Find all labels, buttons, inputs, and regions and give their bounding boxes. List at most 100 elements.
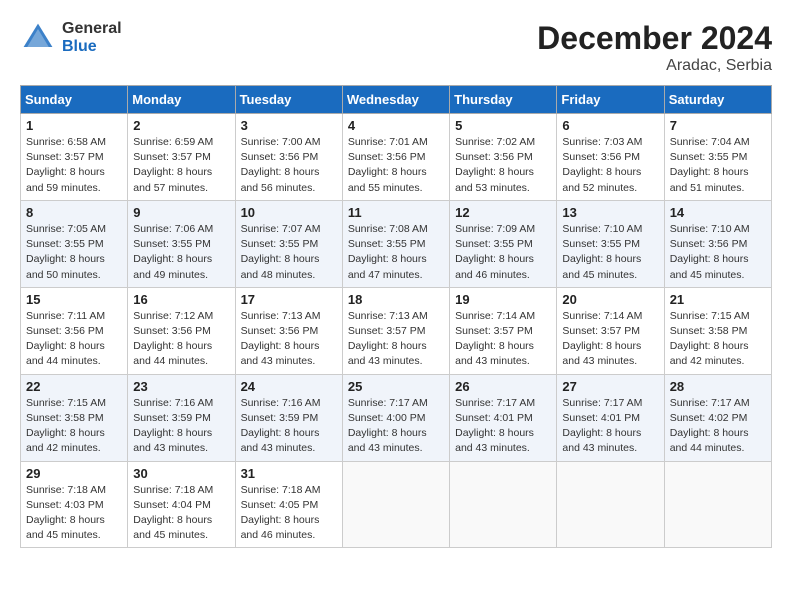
table-cell: 10 Sunrise: 7:07 AM Sunset: 3:55 PM Dayl… <box>235 200 342 287</box>
table-cell: 20 Sunrise: 7:14 AM Sunset: 3:57 PM Dayl… <box>557 287 664 374</box>
day-info: Sunrise: 7:08 AM Sunset: 3:55 PM Dayligh… <box>348 222 444 283</box>
table-cell: 9 Sunrise: 7:06 AM Sunset: 3:55 PM Dayli… <box>128 200 235 287</box>
day-number: 23 <box>133 379 229 394</box>
day-number: 11 <box>348 205 444 220</box>
logo-blue: Blue <box>62 38 122 56</box>
day-number: 13 <box>562 205 658 220</box>
table-cell: 29 Sunrise: 7:18 AM Sunset: 4:03 PM Dayl… <box>21 461 128 548</box>
day-info: Sunrise: 7:18 AM Sunset: 4:03 PM Dayligh… <box>26 483 122 544</box>
day-info: Sunrise: 7:14 AM Sunset: 3:57 PM Dayligh… <box>562 309 658 370</box>
table-cell: 3 Sunrise: 7:00 AM Sunset: 3:56 PM Dayli… <box>235 114 342 201</box>
day-info: Sunrise: 7:09 AM Sunset: 3:55 PM Dayligh… <box>455 222 551 283</box>
day-number: 26 <box>455 379 551 394</box>
day-info: Sunrise: 7:03 AM Sunset: 3:56 PM Dayligh… <box>562 135 658 196</box>
day-info: Sunrise: 7:04 AM Sunset: 3:55 PM Dayligh… <box>670 135 766 196</box>
day-info: Sunrise: 7:15 AM Sunset: 3:58 PM Dayligh… <box>26 396 122 457</box>
table-cell: 16 Sunrise: 7:12 AM Sunset: 3:56 PM Dayl… <box>128 287 235 374</box>
table-cell: 31 Sunrise: 7:18 AM Sunset: 4:05 PM Dayl… <box>235 461 342 548</box>
day-number: 8 <box>26 205 122 220</box>
day-number: 28 <box>670 379 766 394</box>
day-info: Sunrise: 7:07 AM Sunset: 3:55 PM Dayligh… <box>241 222 337 283</box>
day-info: Sunrise: 7:01 AM Sunset: 3:56 PM Dayligh… <box>348 135 444 196</box>
col-friday: Friday <box>557 86 664 114</box>
day-number: 4 <box>348 118 444 133</box>
day-info: Sunrise: 7:17 AM Sunset: 4:01 PM Dayligh… <box>455 396 551 457</box>
day-info: Sunrise: 6:59 AM Sunset: 3:57 PM Dayligh… <box>133 135 229 196</box>
calendar-row-4: 29 Sunrise: 7:18 AM Sunset: 4:03 PM Dayl… <box>21 461 772 548</box>
table-cell <box>450 461 557 548</box>
table-cell: 28 Sunrise: 7:17 AM Sunset: 4:02 PM Dayl… <box>664 374 771 461</box>
calendar-row-0: 1 Sunrise: 6:58 AM Sunset: 3:57 PM Dayli… <box>21 114 772 201</box>
col-tuesday: Tuesday <box>235 86 342 114</box>
day-info: Sunrise: 7:11 AM Sunset: 3:56 PM Dayligh… <box>26 309 122 370</box>
col-wednesday: Wednesday <box>342 86 449 114</box>
logo: General Blue <box>20 20 122 56</box>
day-number: 19 <box>455 292 551 307</box>
logo-icon <box>20 20 56 56</box>
table-cell: 8 Sunrise: 7:05 AM Sunset: 3:55 PM Dayli… <box>21 200 128 287</box>
table-cell: 25 Sunrise: 7:17 AM Sunset: 4:00 PM Dayl… <box>342 374 449 461</box>
day-info: Sunrise: 6:58 AM Sunset: 3:57 PM Dayligh… <box>26 135 122 196</box>
calendar-table: Sunday Monday Tuesday Wednesday Thursday… <box>20 85 772 548</box>
day-info: Sunrise: 7:17 AM Sunset: 4:00 PM Dayligh… <box>348 396 444 457</box>
table-cell: 12 Sunrise: 7:09 AM Sunset: 3:55 PM Dayl… <box>450 200 557 287</box>
day-info: Sunrise: 7:17 AM Sunset: 4:02 PM Dayligh… <box>670 396 766 457</box>
table-cell: 18 Sunrise: 7:13 AM Sunset: 3:57 PM Dayl… <box>342 287 449 374</box>
header: General Blue December 2024 Aradac, Serbi… <box>20 20 772 75</box>
logo-text: General Blue <box>62 20 122 55</box>
day-number: 27 <box>562 379 658 394</box>
col-monday: Monday <box>128 86 235 114</box>
day-info: Sunrise: 7:00 AM Sunset: 3:56 PM Dayligh… <box>241 135 337 196</box>
day-info: Sunrise: 7:13 AM Sunset: 3:56 PM Dayligh… <box>241 309 337 370</box>
day-info: Sunrise: 7:06 AM Sunset: 3:55 PM Dayligh… <box>133 222 229 283</box>
calendar-body: 1 Sunrise: 6:58 AM Sunset: 3:57 PM Dayli… <box>21 114 772 548</box>
day-number: 31 <box>241 466 337 481</box>
table-cell: 27 Sunrise: 7:17 AM Sunset: 4:01 PM Dayl… <box>557 374 664 461</box>
col-thursday: Thursday <box>450 86 557 114</box>
col-saturday: Saturday <box>664 86 771 114</box>
calendar-header: Sunday Monday Tuesday Wednesday Thursday… <box>21 86 772 114</box>
day-info: Sunrise: 7:13 AM Sunset: 3:57 PM Dayligh… <box>348 309 444 370</box>
day-number: 9 <box>133 205 229 220</box>
day-number: 25 <box>348 379 444 394</box>
day-number: 7 <box>670 118 766 133</box>
table-cell: 13 Sunrise: 7:10 AM Sunset: 3:55 PM Dayl… <box>557 200 664 287</box>
day-number: 15 <box>26 292 122 307</box>
day-info: Sunrise: 7:17 AM Sunset: 4:01 PM Dayligh… <box>562 396 658 457</box>
day-number: 24 <box>241 379 337 394</box>
table-cell: 30 Sunrise: 7:18 AM Sunset: 4:04 PM Dayl… <box>128 461 235 548</box>
day-info: Sunrise: 7:12 AM Sunset: 3:56 PM Dayligh… <box>133 309 229 370</box>
day-info: Sunrise: 7:18 AM Sunset: 4:04 PM Dayligh… <box>133 483 229 544</box>
day-info: Sunrise: 7:16 AM Sunset: 3:59 PM Dayligh… <box>241 396 337 457</box>
table-cell: 2 Sunrise: 6:59 AM Sunset: 3:57 PM Dayli… <box>128 114 235 201</box>
table-cell: 6 Sunrise: 7:03 AM Sunset: 3:56 PM Dayli… <box>557 114 664 201</box>
table-cell: 26 Sunrise: 7:17 AM Sunset: 4:01 PM Dayl… <box>450 374 557 461</box>
calendar-row-2: 15 Sunrise: 7:11 AM Sunset: 3:56 PM Dayl… <box>21 287 772 374</box>
day-number: 20 <box>562 292 658 307</box>
table-cell: 22 Sunrise: 7:15 AM Sunset: 3:58 PM Dayl… <box>21 374 128 461</box>
day-info: Sunrise: 7:10 AM Sunset: 3:56 PM Dayligh… <box>670 222 766 283</box>
day-info: Sunrise: 7:10 AM Sunset: 3:55 PM Dayligh… <box>562 222 658 283</box>
table-cell <box>664 461 771 548</box>
table-cell: 5 Sunrise: 7:02 AM Sunset: 3:56 PM Dayli… <box>450 114 557 201</box>
table-cell: 1 Sunrise: 6:58 AM Sunset: 3:57 PM Dayli… <box>21 114 128 201</box>
calendar-row-3: 22 Sunrise: 7:15 AM Sunset: 3:58 PM Dayl… <box>21 374 772 461</box>
day-number: 22 <box>26 379 122 394</box>
table-cell: 23 Sunrise: 7:16 AM Sunset: 3:59 PM Dayl… <box>128 374 235 461</box>
day-number: 5 <box>455 118 551 133</box>
table-cell <box>342 461 449 548</box>
table-cell: 17 Sunrise: 7:13 AM Sunset: 3:56 PM Dayl… <box>235 287 342 374</box>
table-cell: 14 Sunrise: 7:10 AM Sunset: 3:56 PM Dayl… <box>664 200 771 287</box>
day-number: 14 <box>670 205 766 220</box>
day-info: Sunrise: 7:18 AM Sunset: 4:05 PM Dayligh… <box>241 483 337 544</box>
day-number: 30 <box>133 466 229 481</box>
month-title: December 2024 <box>537 20 772 57</box>
day-number: 17 <box>241 292 337 307</box>
day-info: Sunrise: 7:15 AM Sunset: 3:58 PM Dayligh… <box>670 309 766 370</box>
calendar-row-1: 8 Sunrise: 7:05 AM Sunset: 3:55 PM Dayli… <box>21 200 772 287</box>
day-number: 12 <box>455 205 551 220</box>
col-sunday: Sunday <box>21 86 128 114</box>
logo-general: General <box>62 20 122 38</box>
day-number: 3 <box>241 118 337 133</box>
table-cell: 7 Sunrise: 7:04 AM Sunset: 3:55 PM Dayli… <box>664 114 771 201</box>
